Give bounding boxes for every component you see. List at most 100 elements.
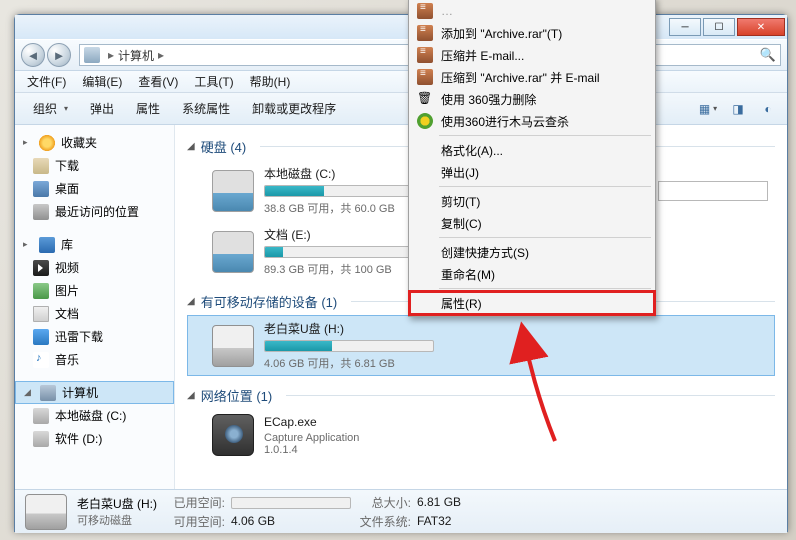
ctx-cut[interactable]: 剪切(T) xyxy=(411,190,653,212)
ctx-compress-email[interactable]: 压缩并 E-mail... xyxy=(411,44,653,66)
close-button[interactable]: ✕ xyxy=(737,18,785,36)
title-bar: ─ ☐ ✕ xyxy=(15,15,787,39)
rar-icon xyxy=(417,3,433,19)
rar-icon xyxy=(417,47,433,63)
sidebar-favorites[interactable]: ▸ 收藏夹 xyxy=(15,131,174,154)
recent-icon xyxy=(33,204,49,220)
ctx-create-shortcut[interactable]: 创建快捷方式(S) xyxy=(411,241,653,263)
shredder-icon: 🗑 xyxy=(417,91,433,107)
computer-icon xyxy=(84,47,100,63)
uninstall-button[interactable]: 卸载或更改程序 xyxy=(242,96,346,121)
ctx-360-trojan-scan[interactable]: 使用360进行木马云查杀 xyxy=(411,110,653,132)
free-value: 4.06 GB xyxy=(231,514,351,528)
system-properties-button[interactable]: 系统属性 xyxy=(172,96,240,121)
separator xyxy=(439,237,651,238)
sidebar-xunlei[interactable]: 迅雷下载 xyxy=(15,325,174,348)
blank-field[interactable] xyxy=(658,181,768,201)
sidebar-recent[interactable]: 最近访问的位置 xyxy=(15,200,174,223)
eject-button[interactable]: 弹出 xyxy=(80,96,124,121)
toolbar: 组织 弹出 属性 系统属性 卸载或更改程序 ▦ ◨ ◐ xyxy=(15,93,787,125)
status-bar: 老白菜U盘 (H:) 可移动磁盘 已用空间: 总大小: 6.81 GB 可用空间… xyxy=(15,489,787,533)
breadcrumb-sep: ▸ xyxy=(108,48,114,62)
ctx-add-to-rar[interactable]: 添加到 "Archive.rar"(T) xyxy=(411,22,653,44)
sidebar-computer[interactable]: ◢ 计算机 xyxy=(15,381,174,404)
forward-button[interactable]: ► xyxy=(47,43,71,67)
usb-drive-icon xyxy=(25,494,67,530)
ctx-truncated: … xyxy=(411,0,653,22)
menu-edit[interactable]: 编辑(E) xyxy=(76,71,128,92)
360-icon xyxy=(417,113,433,129)
hdd-icon xyxy=(212,231,254,273)
size-value: 6.81 GB xyxy=(417,495,537,509)
network-item-ecap[interactable]: ECap.exe Capture Application 1.0.1.4 xyxy=(187,409,775,461)
status-title: 老白菜U盘 (H:) xyxy=(77,495,157,512)
desktop-icon xyxy=(33,181,49,197)
explorer-window: ─ ☐ ✕ ◄ ► ▸ 计算机 ▸ 🔍 文件(F) 编辑(E) 查看(V) 工具… xyxy=(14,14,788,532)
star-icon xyxy=(39,135,55,151)
maximize-button[interactable]: ☐ xyxy=(703,18,735,36)
search-icon: 🔍 xyxy=(760,47,776,63)
music-icon xyxy=(33,352,49,368)
sidebar-drive-d[interactable]: 软件 (D:) xyxy=(15,427,174,450)
menu-tools[interactable]: 工具(T) xyxy=(188,71,239,92)
sidebar-libraries[interactable]: ▸ 库 xyxy=(15,233,174,256)
context-menu: … 添加到 "Archive.rar"(T) 压缩并 E-mail... 压缩到… xyxy=(408,0,656,317)
hdd-icon xyxy=(212,170,254,212)
breadcrumb-computer[interactable]: 计算机 xyxy=(118,47,154,64)
sidebar-documents[interactable]: 文档 xyxy=(15,302,174,325)
properties-button[interactable]: 属性 xyxy=(126,96,170,121)
preview-pane-button[interactable]: ◨ xyxy=(727,98,749,120)
drive-icon xyxy=(33,408,49,424)
usb-drive-icon xyxy=(212,325,254,367)
ctx-rename[interactable]: 重命名(M) xyxy=(411,263,653,285)
camera-icon xyxy=(212,414,254,456)
nav-bar: ◄ ► ▸ 计算机 ▸ 🔍 xyxy=(15,39,787,71)
drive-icon xyxy=(33,431,49,447)
ctx-compress-rar-email[interactable]: 压缩到 "Archive.rar" 并 E-mail xyxy=(411,66,653,88)
ctx-properties[interactable]: 属性(R) xyxy=(411,292,653,314)
library-icon xyxy=(39,237,55,253)
collapse-icon: ◢ xyxy=(187,390,195,401)
separator xyxy=(439,186,651,187)
back-button[interactable]: ◄ xyxy=(21,43,45,67)
ctx-eject[interactable]: 弹出(J) xyxy=(411,161,653,183)
sidebar-downloads[interactable]: 下载 xyxy=(15,154,174,177)
ctx-copy[interactable]: 复制(C) xyxy=(411,212,653,234)
sidebar-drive-c[interactable]: 本地磁盘 (C:) xyxy=(15,404,174,427)
sidebar-desktop[interactable]: 桌面 xyxy=(15,177,174,200)
help-icon[interactable]: ◐ xyxy=(757,98,779,120)
sidebar-videos[interactable]: 视频 xyxy=(15,256,174,279)
menu-help[interactable]: 帮助(H) xyxy=(244,71,297,92)
computer-icon xyxy=(40,385,56,401)
separator xyxy=(439,135,651,136)
picture-icon xyxy=(33,283,49,299)
minimize-button[interactable]: ─ xyxy=(669,18,701,36)
drive-h-usb[interactable]: 老白菜U盘 (H:) 4.06 GB 可用，共 6.81 GB xyxy=(187,315,775,376)
section-network[interactable]: ◢ 网络位置 (1) xyxy=(187,382,775,409)
ctx-360-force-delete[interactable]: 🗑使用 360强力删除 xyxy=(411,88,653,110)
menu-bar: 文件(F) 编辑(E) 查看(V) 工具(T) 帮助(H) xyxy=(15,71,787,93)
used-label: 已用空间: xyxy=(167,494,225,511)
menu-view[interactable]: 查看(V) xyxy=(132,71,184,92)
menu-file[interactable]: 文件(F) xyxy=(21,71,72,92)
video-icon xyxy=(33,260,49,276)
sidebar-music[interactable]: 音乐 xyxy=(15,348,174,371)
status-type: 可移动磁盘 xyxy=(77,512,157,528)
ctx-format[interactable]: 格式化(A)... xyxy=(411,139,653,161)
sidebar-pictures[interactable]: 图片 xyxy=(15,279,174,302)
collapse-icon: ◢ xyxy=(187,296,195,307)
rar-icon xyxy=(417,69,433,85)
breadcrumb-sep: ▸ xyxy=(158,48,164,62)
collapse-icon: ◢ xyxy=(187,141,195,152)
rar-icon xyxy=(417,25,433,41)
fs-value: FAT32 xyxy=(417,514,537,528)
size-label: 总大小: xyxy=(357,494,411,511)
sidebar: ▸ 收藏夹 下载 桌面 最近访问的位置 ▸ 库 视频 图片 文档 迅雷下载 音乐 xyxy=(15,125,175,489)
document-icon xyxy=(33,306,49,322)
xunlei-icon xyxy=(33,329,49,345)
free-label: 可用空间: xyxy=(167,513,225,530)
separator xyxy=(439,288,651,289)
view-mode-button[interactable]: ▦ xyxy=(697,98,719,120)
organize-button[interactable]: 组织 xyxy=(23,96,78,121)
fs-label: 文件系统: xyxy=(357,513,411,530)
